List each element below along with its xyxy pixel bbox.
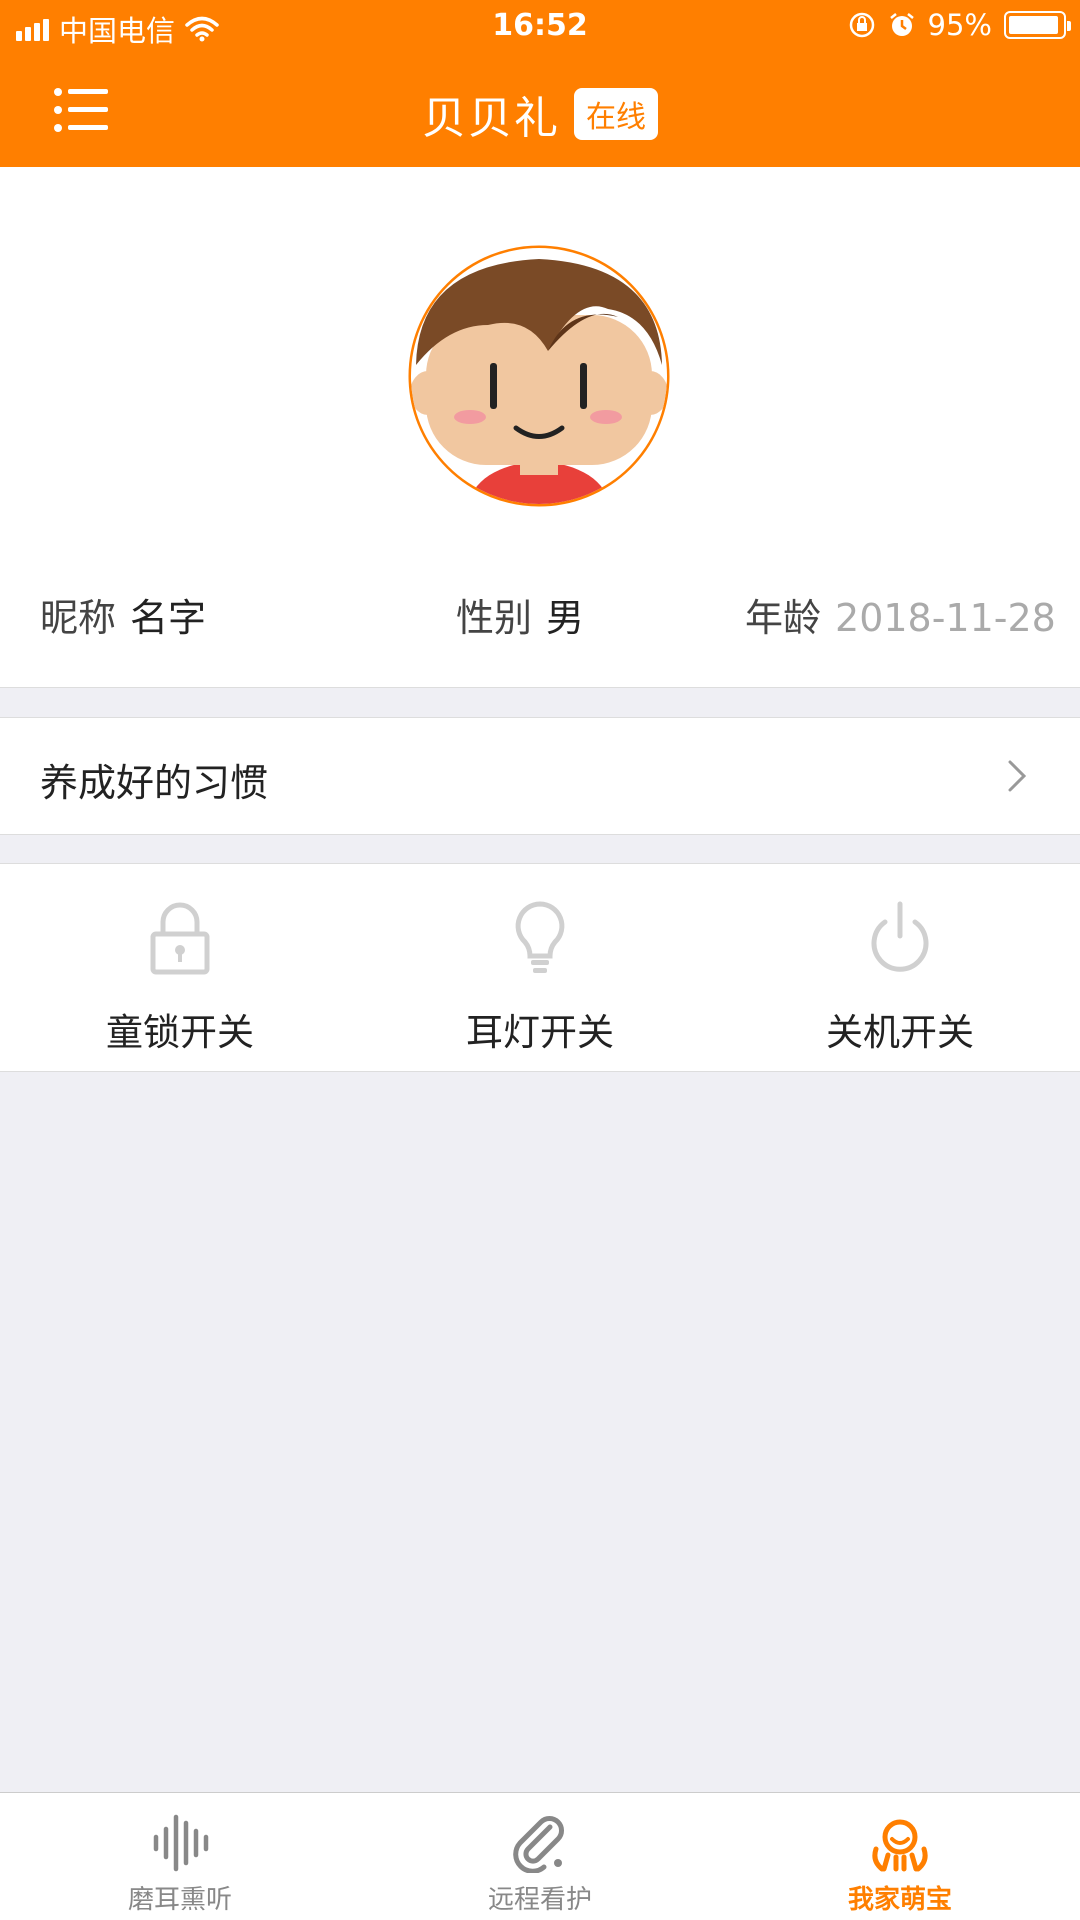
status-bar: 中国电信 16:52 95%: [0, 0, 1080, 54]
baby-icon: [872, 1819, 928, 1872]
nickname-value: 名字: [130, 596, 207, 640]
section-divider: [0, 687, 1080, 718]
switch-label: 关机开关: [826, 1011, 974, 1054]
nav-title-group: 贝贝礼 在线: [0, 82, 1080, 146]
tab-label: 磨耳熏听: [127, 1885, 232, 1915]
status-badge: 在线: [574, 88, 658, 140]
rotation-lock-icon: [849, 12, 874, 38]
tab-remote-care[interactable]: 远程看护: [360, 1793, 720, 1920]
switch-label: 童锁开关: [106, 1011, 254, 1054]
battery-fill: [1009, 16, 1059, 34]
age-field[interactable]: 年龄 2018-11-28: [745, 587, 1056, 642]
paperclip-icon: [513, 1816, 564, 1873]
age-label: 年龄: [745, 596, 822, 640]
power-icon: [871, 901, 929, 972]
nav-bar: 贝贝礼 在线: [0, 54, 1080, 167]
battery-percent: 95%: [927, 8, 992, 42]
age-value: 2018-11-28: [835, 596, 1056, 640]
gender-field[interactable]: 性别男: [456, 587, 584, 642]
switch-label: 耳灯开关: [466, 1011, 614, 1054]
tab-label: 我家萌宝: [847, 1885, 952, 1915]
habit-label: 养成好的习惯: [40, 761, 269, 805]
nickname-label: 昵称: [40, 596, 117, 640]
nickname-field[interactable]: 昵称 名字: [40, 587, 206, 642]
gender-value: 男: [546, 596, 585, 640]
tab-my-baby[interactable]: 我家萌宝: [720, 1793, 1080, 1920]
switch-panel: 童锁开关 耳灯开关 关机开关: [0, 864, 1080, 1072]
gender-label: 性别: [456, 596, 533, 640]
avatar[interactable]: [408, 245, 670, 507]
lightbulb-icon: [515, 901, 565, 973]
lock-icon: [150, 902, 210, 975]
chevron-right-icon: [1008, 760, 1027, 792]
profile-card: 昵称 名字 性别男 年龄 2018-11-28: [0, 167, 1080, 687]
alarm-icon: [889, 13, 914, 36]
power-switch[interactable]: 关机开关: [720, 864, 1080, 1072]
ear-light-switch[interactable]: 耳灯开关: [360, 864, 720, 1072]
tab-listening[interactable]: 磨耳熏听: [0, 1793, 360, 1920]
audio-wave-icon: [153, 1814, 209, 1872]
habit-row[interactable]: 养成好的习惯: [0, 718, 1080, 834]
section-divider: [0, 834, 1080, 864]
status-right: 95%: [848, 8, 1071, 42]
tab-label: 远程看护: [487, 1885, 592, 1915]
battery-icon: [1004, 11, 1071, 39]
child-lock-switch[interactable]: 童锁开关: [0, 864, 360, 1072]
tab-bar: 磨耳熏听 远程看护 我家萌宝: [0, 1792, 1080, 1920]
profile-info-row: 昵称 名字 性别男 年龄 2018-11-28: [0, 587, 1080, 667]
page-title: 贝贝礼: [422, 93, 560, 144]
header: 中国电信 16:52 95% 贝贝礼 在线: [0, 0, 1080, 167]
